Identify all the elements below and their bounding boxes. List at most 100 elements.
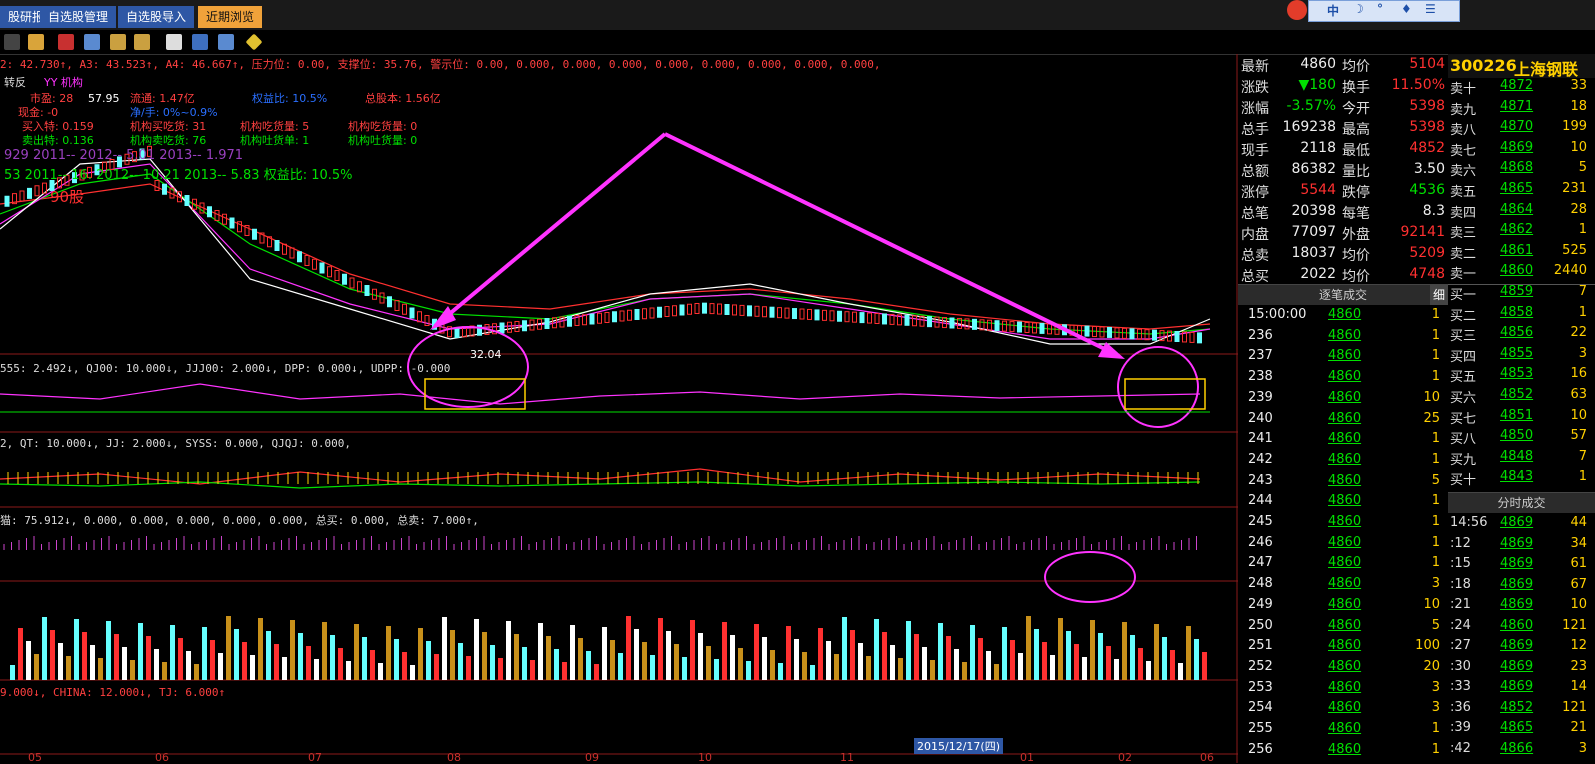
orderbook-row-sell[interactable]: 卖三 4862 1 — [1448, 222, 1595, 243]
angle-icon[interactable] — [134, 34, 150, 50]
quote-label-2: 最低 — [1342, 143, 1370, 159]
minute-trade-price: 4869 — [1500, 658, 1534, 674]
tick-price: 4860 — [1328, 576, 1362, 592]
indicator2-line — [0, 383, 1201, 405]
tick-time: 248 — [1248, 576, 1273, 592]
tick-time: 241 — [1248, 431, 1273, 447]
orderbook-row-sell[interactable]: 卖六 4868 5 — [1448, 160, 1595, 181]
orderbook-row-sell[interactable]: 卖十 4872 33 — [1448, 78, 1595, 99]
tick-price: 4860 — [1328, 472, 1362, 488]
volume-bar — [674, 644, 679, 680]
minute-trade-list[interactable]: 分时成交 14:56 4869 44:12 4869 34:15 4869 61:18 486… — [1448, 492, 1595, 764]
orderbook-row-sell[interactable]: 卖一 4860 2440 — [1448, 263, 1595, 286]
candle — [972, 318, 977, 330]
draw-line-icon[interactable] — [110, 34, 126, 50]
sell-out: 卖出特: 0.136 — [22, 134, 94, 147]
quote-value: 2022 — [1300, 266, 1336, 282]
tool-icon[interactable]: ♦ — [1401, 2, 1412, 16]
moon-icon[interactable]: ☽ — [1353, 2, 1364, 16]
grid-icon[interactable] — [4, 34, 20, 50]
volume-bar — [810, 665, 815, 680]
bell-icon[interactable] — [28, 34, 44, 50]
tick-time: 15:00:00 — [1248, 307, 1307, 322]
orderbook-row-buy[interactable]: 买六 4852 63 — [1448, 387, 1595, 408]
tick-row: 255 4860 1 — [1238, 721, 1448, 741]
quote-panel: 最新 4860 均价 5104 涨跌 ▼180 换手 11.50% 涨幅 -3.57% 今开 5398… — [1238, 54, 1448, 285]
tick-row: 247 4860 1 — [1238, 555, 1448, 575]
volume-bar — [538, 623, 543, 680]
minute-trade-time: :39 — [1450, 720, 1471, 735]
orderbook-row-sell[interactable]: 卖四 4864 28 — [1448, 202, 1595, 223]
volume-bar — [890, 645, 895, 680]
volume-bar — [930, 660, 935, 680]
volume-bar — [90, 645, 95, 680]
volume-bar — [1194, 639, 1199, 680]
minute-trade-row: :27 4869 12 — [1448, 638, 1595, 658]
tick-price: 4860 — [1328, 617, 1362, 633]
tick-list-header: 逐笔成交 — [1238, 285, 1448, 305]
quote-value-2: 4748 — [1409, 266, 1445, 282]
candle — [304, 255, 310, 266]
tick-list[interactable]: 逐笔成交 细 15:00:00 4860 1 236 4860 1 237 4860 1 238 4… — [1238, 284, 1448, 764]
volume-bar — [474, 619, 479, 680]
orderbook-row-buy[interactable]: 买九 4848 7 — [1448, 449, 1595, 470]
volume-bar — [714, 659, 719, 680]
orderbook-row-sell[interactable]: 卖五 4865 231 — [1448, 181, 1595, 202]
orderbook-volume: 10 — [1570, 407, 1587, 423]
volume-bar — [170, 625, 175, 680]
tick-price: 4860 — [1328, 679, 1362, 695]
monitor-icon[interactable] — [84, 34, 100, 50]
diamond-icon[interactable] — [245, 33, 263, 51]
menu-item-watchlist-import[interactable]: 自选股导入 — [118, 6, 195, 28]
volume-bar — [66, 656, 71, 680]
volume-bar — [586, 651, 591, 680]
chart-icon[interactable] — [58, 34, 74, 50]
x-label-08: 07 — [308, 751, 322, 764]
candle — [994, 320, 1000, 332]
calendar-icon[interactable] — [166, 34, 182, 50]
volume-bar — [282, 657, 287, 680]
label-yy: YY 机构 — [44, 76, 83, 89]
chinese-input-icon[interactable]: 中 — [1327, 2, 1339, 19]
minute-trade-volume: 121 — [1562, 699, 1587, 715]
tick-price: 4860 — [1328, 555, 1362, 571]
menu-item-watchlist-manage[interactable]: 自选股管理 — [40, 6, 117, 28]
quote-row: 涨幅 -3.57% 今开 5398 — [1238, 98, 1448, 119]
orderbook-price: 4868 — [1500, 160, 1534, 176]
kline-chart[interactable]: 2: 42.730↑, A3: 43.523↑, A4: 46.667↑, 压力… — [0, 54, 1238, 763]
orderbook-label: 买三 — [1450, 329, 1477, 345]
tick-price: 4860 — [1328, 658, 1362, 674]
orderbook-row-sell[interactable]: 卖九 4871 18 — [1448, 99, 1595, 120]
orderbook-row-sell[interactable]: 卖七 4869 10 — [1448, 140, 1595, 161]
volume-bar — [74, 619, 79, 680]
orderbook-row-buy[interactable]: 买四 4855 3 — [1448, 346, 1595, 367]
punctuation-icon[interactable]: ° — [1377, 2, 1383, 16]
orderbook-row-buy[interactable]: 买五 4853 16 — [1448, 366, 1595, 387]
export-icon[interactable] — [218, 34, 234, 50]
orderbook-row-buy[interactable]: 买七 4851 10 — [1448, 408, 1595, 429]
orderbook-row-buy[interactable]: 买三 4856 22 — [1448, 325, 1595, 346]
candle — [394, 300, 400, 311]
orderbook-volume: 1 — [1578, 469, 1587, 485]
clipboard-icon[interactable]: ☰ — [1425, 2, 1436, 16]
indicator-line-2: 555: 2.492↓, QJ00: 10.000↓, JJJ00: 2.000… — [0, 362, 451, 375]
toolbar — [0, 30, 1595, 55]
orderbook-row-buy[interactable]: 买一 4859 7 — [1448, 284, 1595, 305]
orderbook-row-sell[interactable]: 卖八 4870 199 — [1448, 119, 1595, 140]
download-icon[interactable] — [192, 34, 208, 50]
volume-bar — [522, 647, 527, 680]
candle — [589, 313, 595, 325]
volume-bar — [1042, 642, 1047, 680]
orderbook-row-sell[interactable]: 卖二 4861 525 — [1448, 243, 1595, 264]
orderbook-row-buy[interactable]: 买十 4843 1 — [1448, 469, 1595, 490]
low-price-label: 32.04 — [470, 348, 502, 361]
orderbook-row-buy[interactable]: 买八 4850 57 — [1448, 428, 1595, 449]
mascot-icon[interactable] — [1287, 0, 1307, 20]
tick-row: 238 4860 1 — [1238, 369, 1448, 389]
x-label-06: 06 — [155, 751, 169, 764]
tick-price: 4860 — [1328, 596, 1362, 612]
menu-item-recent[interactable]: 近期浏览 — [198, 6, 263, 28]
orderbook-row-buy[interactable]: 买二 4858 1 — [1448, 305, 1595, 326]
candle — [274, 240, 280, 251]
detail-tab[interactable]: 细 — [1430, 285, 1448, 305]
